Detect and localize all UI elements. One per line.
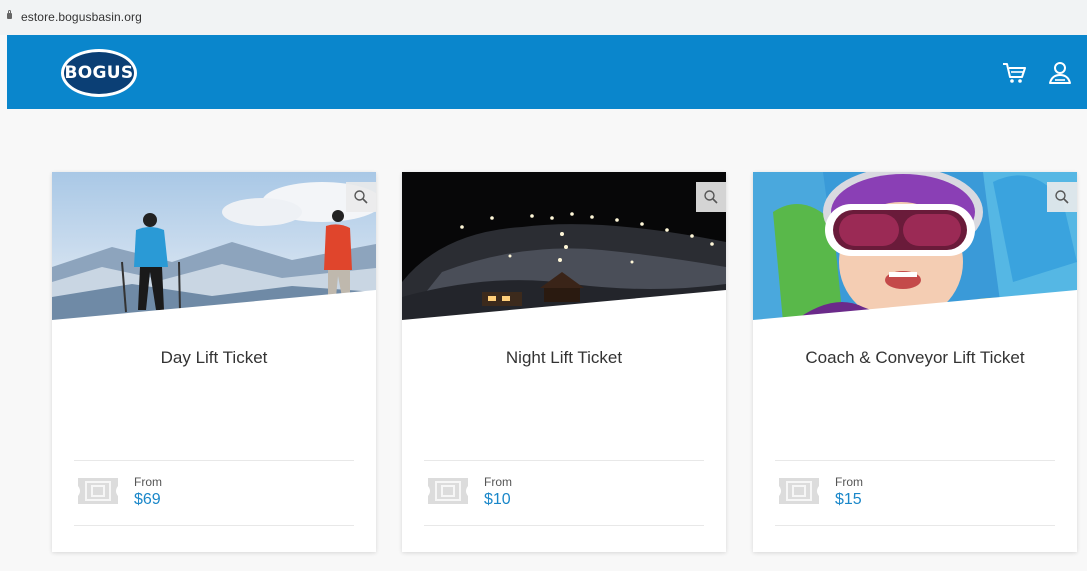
zoom-icon[interactable]	[1047, 182, 1077, 212]
price: $15	[835, 491, 862, 508]
product-title[interactable]: Day Lift Ticket	[52, 348, 376, 368]
product-title[interactable]: Coach & Conveyor Lift Ticket	[753, 348, 1077, 368]
zoom-icon[interactable]	[696, 182, 726, 212]
product-title[interactable]: Night Lift Ticket	[402, 348, 726, 368]
divider	[775, 525, 1055, 526]
skiers-on-mountain-photo[interactable]	[52, 172, 376, 322]
lock-icon	[7, 10, 12, 19]
night-ski-slope-photo[interactable]	[402, 172, 726, 322]
bogus-logo[interactable]: BOGUS	[61, 49, 137, 97]
ticket-icon	[428, 478, 468, 504]
divider	[775, 460, 1055, 461]
price: $10	[484, 491, 511, 508]
child-with-goggles-photo[interactable]	[753, 172, 1077, 322]
price: $69	[134, 491, 161, 508]
user-icon[interactable]	[1047, 60, 1073, 86]
product-card[interactable]: Coach & Conveyor Lift Ticket From $15	[753, 172, 1077, 552]
product-card[interactable]: Night Lift Ticket From $10	[402, 172, 726, 552]
divider	[424, 460, 704, 461]
zoom-icon[interactable]	[346, 182, 376, 212]
from-label: From	[835, 475, 863, 489]
divider	[74, 460, 354, 461]
url-text[interactable]: estore.bogusbasin.org	[21, 10, 142, 24]
divider	[74, 525, 354, 526]
logo-text: BOGUS	[64, 52, 134, 94]
ticket-icon	[78, 478, 118, 504]
browser-address-bar[interactable]: estore.bogusbasin.org	[0, 0, 1087, 35]
from-label: From	[134, 475, 162, 489]
divider	[424, 525, 704, 526]
from-label: From	[484, 475, 512, 489]
product-card[interactable]: Day Lift Ticket From $69	[52, 172, 376, 552]
site-header: BOGUS	[7, 35, 1087, 109]
ticket-icon	[779, 478, 819, 504]
cart-icon[interactable]	[1001, 60, 1027, 86]
